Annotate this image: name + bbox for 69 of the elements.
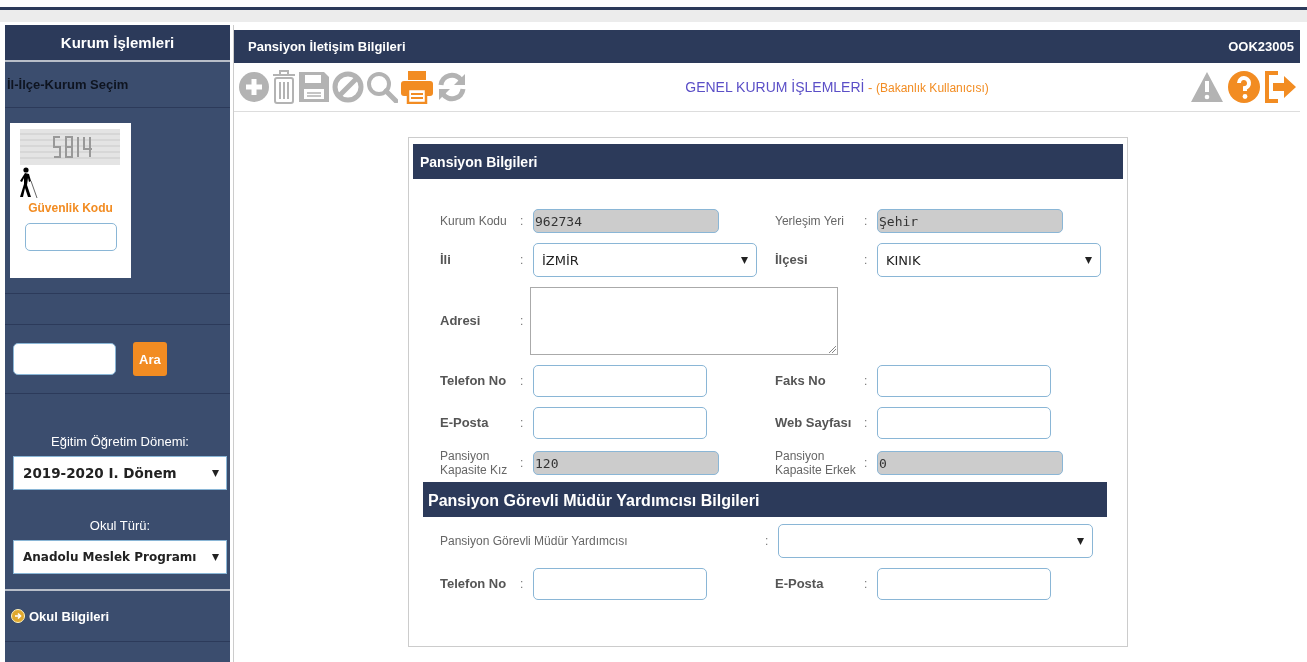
period-label: Eğitim Öğretim Dönemi: [50, 434, 190, 451]
label-colon: : [520, 374, 524, 388]
exit-icon[interactable] [1264, 70, 1298, 104]
input-field[interactable] [877, 568, 1051, 600]
heading-separator: - [867, 80, 874, 95]
label-colon: : [765, 534, 769, 548]
field-label: Faks No [775, 374, 827, 388]
caret-icon [1085, 256, 1092, 264]
field-label: Adresi [440, 314, 482, 328]
label-colon: : [864, 253, 868, 267]
section-header: Pansiyon Bilgileri [413, 144, 1123, 179]
printer-icon[interactable] [400, 70, 434, 104]
label-colon: : [520, 253, 524, 267]
field-label: Yerleşim Yeri [775, 214, 845, 228]
label-colon: : [864, 456, 868, 470]
label-colon: : [520, 214, 524, 228]
label-colon: : [520, 416, 524, 430]
text-area[interactable] [530, 287, 838, 355]
walking-person-icon[interactable] [20, 167, 38, 199]
resize-grip-icon[interactable] [828, 345, 836, 353]
caret-icon [741, 256, 748, 264]
field-label: İli [440, 253, 452, 267]
page-code: OOK23005 [1228, 39, 1294, 54]
input-field[interactable] [877, 407, 1051, 439]
school-type-label: Okul Türü: [88, 518, 152, 535]
label-colon: : [864, 577, 868, 591]
label-colon: : [864, 374, 868, 388]
label-colon: : [520, 456, 524, 470]
caret-icon [212, 469, 219, 477]
readonly-field: 0 [877, 451, 1063, 475]
field-label: E-Posta [440, 416, 490, 430]
readonly-field: 120 [533, 451, 719, 475]
menu-item[interactable]: Okul Bilgileri [29, 608, 110, 624]
input-field[interactable] [533, 365, 707, 397]
module-heading: GENEL KURUM İŞLEMLERİ [685, 79, 865, 95]
sidebar-title: Kurum İşlemleri [5, 25, 230, 62]
readonly-field: 962734 [533, 209, 719, 233]
label-colon: : [864, 214, 868, 228]
user-role: (Bakanlık Kullanıcısı) [876, 81, 989, 95]
caret-icon [212, 553, 219, 561]
section-header: Pansiyon Görevli Müdür Yardımcısı Bilgileri [423, 482, 1107, 517]
caret-icon [1077, 537, 1084, 545]
label-colon: : [520, 314, 524, 328]
page-title: Pansiyon İletişim Bilgileri [248, 39, 406, 54]
period-dropdown[interactable]: 2019-2020 I. Dönem [13, 456, 227, 490]
field-label: Pansiyon Kapasite Erkek [775, 449, 857, 477]
input-field[interactable] [533, 568, 707, 600]
help-icon[interactable] [1227, 70, 1261, 104]
label-colon: : [520, 577, 524, 591]
field-label: Telefon No [440, 577, 508, 591]
school-type-dropdown[interactable]: Anadolu Meslek Programı [13, 540, 227, 574]
field-label: E-Posta [775, 577, 825, 591]
field-label: Telefon No [440, 374, 508, 388]
input-field[interactable] [877, 365, 1051, 397]
field-label: Pansiyon Görevli Müdür Yardımcısı [440, 534, 629, 548]
dropdown[interactable]: KINIK [877, 243, 1101, 277]
dropdown[interactable]: İZMİR [533, 243, 757, 277]
input-field[interactable] [533, 407, 707, 439]
field-label: Pansiyon Kapasite Kız [440, 449, 509, 477]
search-field[interactable] [13, 343, 116, 375]
readonly-field: Şehir [877, 209, 1063, 233]
captcha-input[interactable] [25, 223, 117, 251]
captcha-label: Güvenlik Kodu [27, 201, 114, 215]
field-label: İlçesi [775, 253, 809, 267]
dropdown[interactable] [778, 524, 1093, 558]
field-label: Web Sayfası [775, 416, 853, 430]
arrow-circle-icon [11, 609, 25, 623]
label-colon: : [864, 416, 868, 430]
field-label: Kurum Kodu [440, 214, 508, 228]
